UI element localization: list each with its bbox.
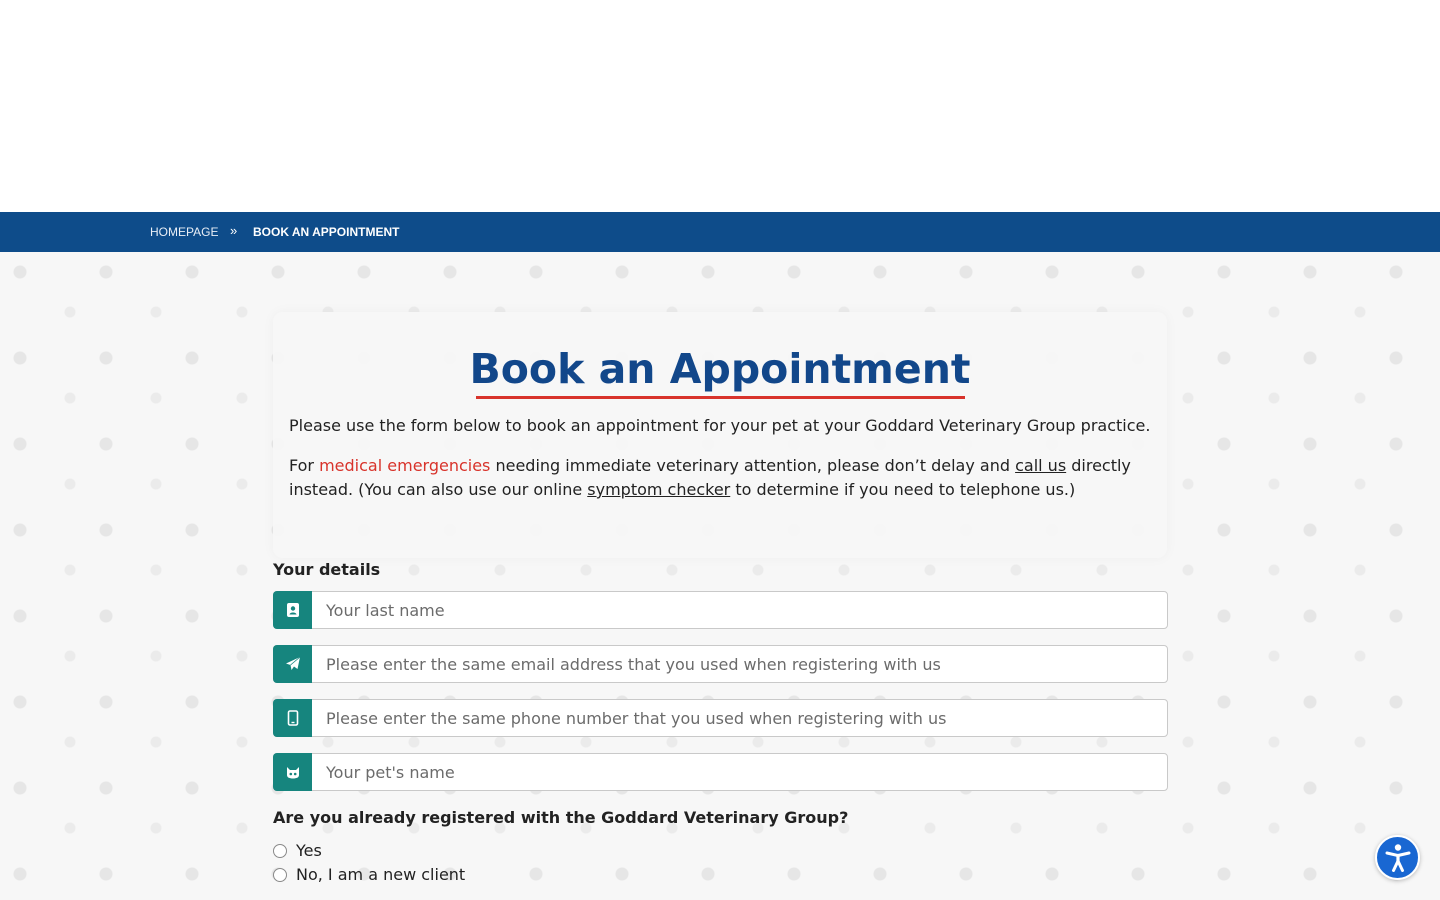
radio-option-yes[interactable]: Yes bbox=[273, 841, 322, 860]
intro-card: Book an Appointment Please use the form … bbox=[273, 312, 1167, 558]
symptom-checker-link[interactable]: symptom checker bbox=[587, 480, 730, 499]
last-name-input[interactable] bbox=[314, 592, 1164, 628]
emergency-text-middle: needing immediate veterinary attention, … bbox=[490, 456, 1016, 475]
header-area bbox=[0, 0, 1440, 212]
radio-button-yes[interactable] bbox=[273, 843, 287, 858]
registered-question: Are you already registered with the Godd… bbox=[273, 808, 849, 827]
radio-button-new-client[interactable] bbox=[273, 867, 287, 882]
medical-emergencies-link[interactable]: medical emergencies bbox=[319, 456, 490, 475]
email-field-group bbox=[273, 645, 1168, 683]
emergency-text-end: to determine if you need to telephone us… bbox=[730, 480, 1076, 499]
page-title: Book an Appointment bbox=[469, 345, 971, 393]
call-us-link[interactable]: call us bbox=[1015, 456, 1066, 475]
emergency-text-start: For bbox=[289, 456, 320, 475]
email-input[interactable] bbox=[314, 646, 1164, 682]
radio-label-yes: Yes bbox=[296, 841, 322, 860]
radio-label-new-client: No, I am a new client bbox=[296, 865, 466, 884]
paper-plane-icon bbox=[273, 645, 312, 683]
radio-option-new-client[interactable]: No, I am a new client bbox=[273, 865, 465, 884]
mobile-phone-icon bbox=[273, 699, 312, 737]
accessibility-person-icon bbox=[1385, 843, 1410, 872]
intro-paragraph: Please use the form below to book an app… bbox=[289, 416, 1151, 435]
cat-face-icon bbox=[273, 753, 312, 791]
id-card-icon bbox=[273, 591, 312, 629]
accessibility-button[interactable] bbox=[1375, 835, 1420, 880]
breadcrumb-separator: » bbox=[230, 223, 238, 238]
phone-input[interactable] bbox=[314, 700, 1164, 736]
breadcrumb-current: BOOK AN APPOINTMENT bbox=[253, 225, 400, 239]
breadcrumb: HOMEPAGE » BOOK AN APPOINTMENT bbox=[0, 212, 1440, 252]
last-name-field-group bbox=[273, 591, 1168, 629]
title-underline bbox=[476, 396, 965, 399]
phone-field-group bbox=[273, 699, 1168, 737]
pet-name-field-group bbox=[273, 753, 1168, 791]
emergency-paragraph: For medical emergencies needing immediat… bbox=[289, 454, 1151, 502]
your-details-label: Your details bbox=[273, 560, 381, 579]
pet-name-input[interactable] bbox=[314, 754, 1164, 790]
breadcrumb-home-link[interactable]: HOMEPAGE bbox=[150, 225, 218, 239]
